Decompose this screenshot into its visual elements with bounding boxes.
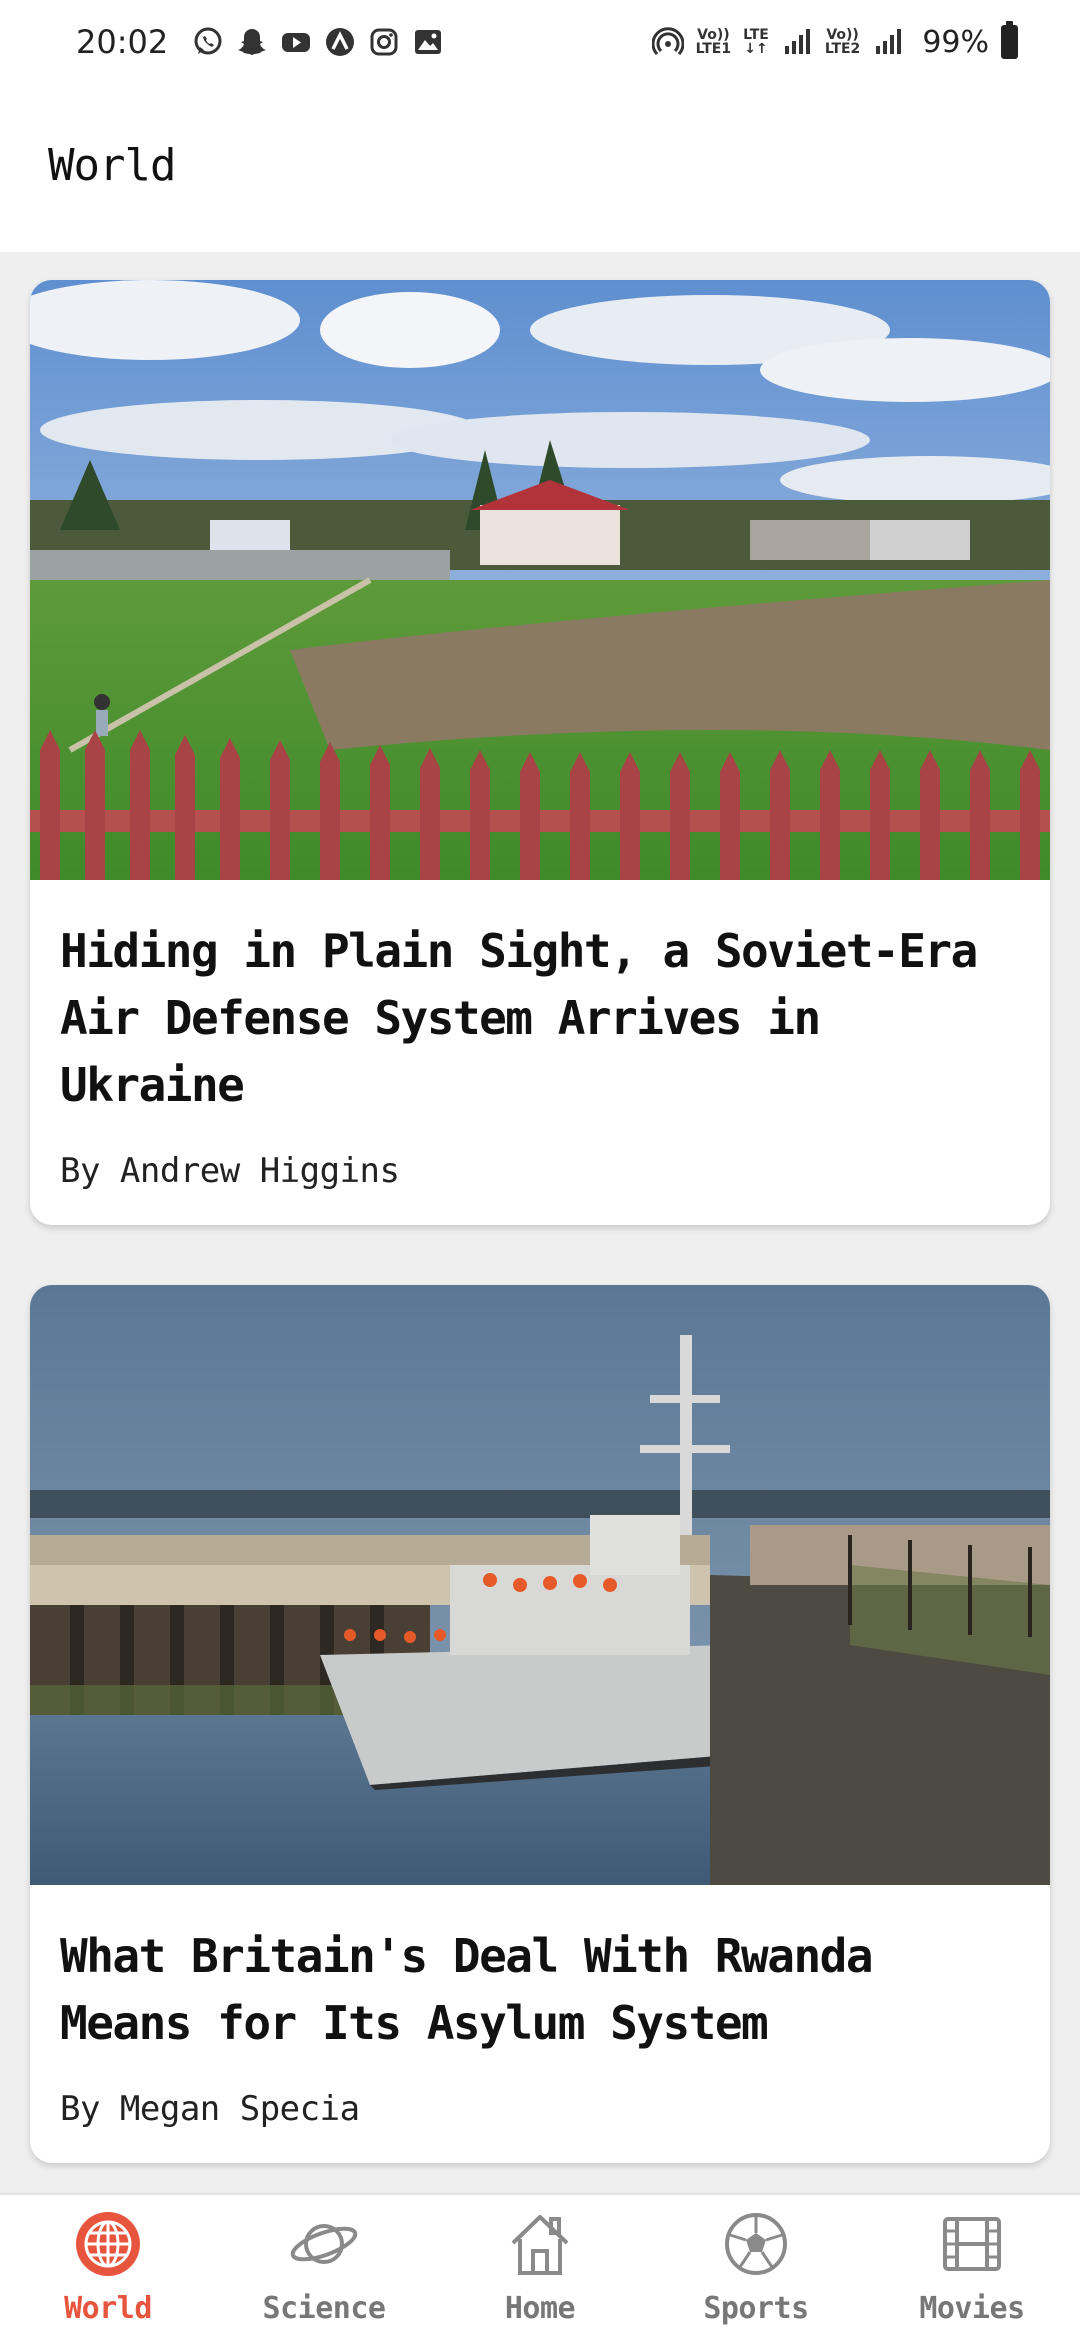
article-headline[interactable]: Hiding in Plain Sight, a Soviet-Era Air …	[60, 918, 1020, 1119]
status-right: Vo)) LTE1 LTE ↓↑ Vo)) LTE2 99%	[651, 21, 1018, 60]
whatsapp-icon	[192, 26, 224, 58]
page-title: World	[48, 140, 176, 191]
nav-item-sports[interactable]: Sports	[648, 2195, 864, 2342]
signal-strength-icon	[781, 26, 813, 58]
article-body[interactable]: Hiding in Plain Sight, a Soviet-Era Air …	[30, 880, 1050, 1225]
house-icon	[505, 2209, 575, 2279]
article-body[interactable]: What Britain's Deal With Rwanda Means fo…	[30, 1885, 1050, 2163]
article-card[interactable]: Hiding in Plain Sight, a Soviet-Era Air …	[30, 280, 1050, 1225]
gallery-icon	[412, 26, 444, 58]
hotspot-icon	[651, 26, 684, 58]
status-bar: 20:02 Vo)) LTE1 LTE ↓↑ Vo)) LTE2 99%	[0, 0, 1080, 84]
nav-label-home: Home	[504, 2291, 576, 2326]
article-byline: By Megan Specia	[60, 2089, 360, 2129]
article-image[interactable]	[30, 280, 1050, 880]
status-left: 20:02	[76, 23, 444, 61]
nav-item-science[interactable]: Science	[216, 2195, 432, 2342]
battery-percent: 99%	[922, 24, 989, 60]
article-headline[interactable]: What Britain's Deal With Rwanda Means fo…	[60, 1923, 1020, 2057]
status-time: 20:02	[76, 23, 169, 61]
nav-item-movies[interactable]: Movies	[864, 2195, 1080, 2342]
article-card[interactable]: What Britain's Deal With Rwanda Means fo…	[30, 1285, 1050, 2163]
soccer-ball-icon	[721, 2209, 791, 2279]
bottom-nav: World Science Home Sports Movies	[0, 2193, 1080, 2342]
article-image[interactable]	[30, 1285, 1050, 1885]
battery-icon	[1001, 21, 1018, 59]
lte-label: LTE ↓↑	[743, 27, 769, 57]
app-header: World	[0, 84, 1080, 252]
globe-icon	[73, 2209, 143, 2279]
nav-item-world[interactable]: World	[0, 2195, 216, 2342]
arc-icon	[324, 26, 356, 58]
article-feed[interactable]: Hiding in Plain Sight, a Soviet-Era Air …	[30, 280, 1050, 2223]
instagram-icon	[368, 26, 400, 58]
nav-label-sports: Sports	[703, 2291, 809, 2326]
article-byline: By Andrew Higgins	[60, 1151, 400, 1191]
youtube-icon	[280, 26, 312, 58]
sim1-label: Vo)) LTE1	[695, 27, 732, 57]
nav-label-world: World	[64, 2291, 152, 2326]
planet-icon	[289, 2209, 359, 2279]
nav-label-science: Science	[262, 2291, 386, 2326]
snapchat-icon	[236, 26, 268, 58]
signal-strength-icon	[872, 26, 904, 58]
sim2-label: Vo)) LTE2	[824, 27, 861, 57]
nav-label-movies: Movies	[919, 2291, 1025, 2326]
nav-item-home[interactable]: Home	[432, 2195, 648, 2342]
film-icon	[937, 2209, 1007, 2279]
